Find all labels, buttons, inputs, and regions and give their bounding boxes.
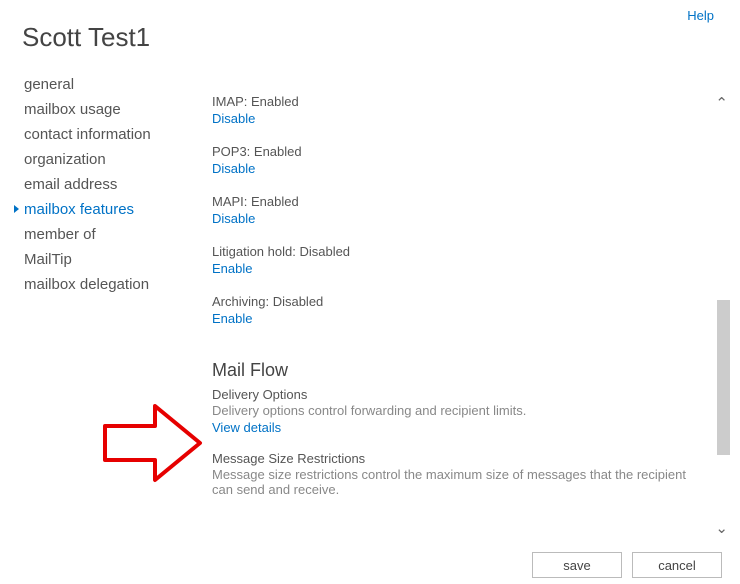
main-pane: ⌃ ⌄ IMAP: Enabled Disable POP3: Enabled … bbox=[190, 68, 740, 539]
scroll-up-icon[interactable]: ⌃ bbox=[715, 94, 728, 112]
sidebar-item-mailbox-features[interactable]: mailbox features bbox=[14, 197, 190, 222]
delivery-options-title: Delivery Options bbox=[212, 387, 700, 402]
sidebar-item-member-of[interactable]: member of bbox=[14, 222, 190, 247]
feature-action-link[interactable]: Disable bbox=[212, 161, 255, 176]
sidebar-item-contact-information[interactable]: contact information bbox=[14, 122, 190, 147]
feature-action-link[interactable]: Enable bbox=[212, 311, 252, 326]
feature-label: POP3: Enabled bbox=[212, 144, 700, 159]
feature-action-link[interactable]: Enable bbox=[212, 261, 252, 276]
sidebar-item-email-address[interactable]: email address bbox=[14, 172, 190, 197]
cancel-button[interactable]: cancel bbox=[632, 552, 722, 578]
feature-pop3: POP3: Enabled Disable bbox=[212, 144, 700, 176]
feature-mapi: MAPI: Enabled Disable bbox=[212, 194, 700, 226]
message-size-desc: Message size restrictions control the ma… bbox=[212, 467, 700, 497]
feature-action-link[interactable]: Disable bbox=[212, 211, 255, 226]
section-heading-mail-flow: Mail Flow bbox=[212, 360, 700, 381]
help-link[interactable]: Help bbox=[687, 8, 714, 23]
feature-label: Archiving: Disabled bbox=[212, 294, 700, 309]
sidebar-item-organization[interactable]: organization bbox=[14, 147, 190, 172]
sidebar-item-mailbox-delegation[interactable]: mailbox delegation bbox=[14, 272, 190, 297]
scrollbar-thumb[interactable] bbox=[717, 300, 730, 455]
save-button[interactable]: save bbox=[532, 552, 622, 578]
feature-litigation-hold: Litigation hold: Disabled Enable bbox=[212, 244, 700, 276]
feature-label: MAPI: Enabled bbox=[212, 194, 700, 209]
scroll-down-icon[interactable]: ⌄ bbox=[715, 519, 728, 537]
sidebar-item-general[interactable]: general bbox=[14, 72, 190, 97]
feature-action-link[interactable]: Disable bbox=[212, 111, 255, 126]
view-details-link[interactable]: View details bbox=[212, 420, 281, 435]
sidebar-item-mailbox-usage[interactable]: mailbox usage bbox=[14, 97, 190, 122]
caret-right-icon bbox=[14, 205, 19, 213]
delivery-options-desc: Delivery options control forwarding and … bbox=[212, 403, 700, 418]
feature-label: Litigation hold: Disabled bbox=[212, 244, 700, 259]
feature-imap: IMAP: Enabled Disable bbox=[212, 94, 700, 126]
feature-archiving: Archiving: Disabled Enable bbox=[212, 294, 700, 326]
sidebar-item-mailtip[interactable]: MailTip bbox=[14, 247, 190, 272]
footer-buttons: save cancel bbox=[532, 552, 722, 578]
delivery-options-block: Delivery Options Delivery options contro… bbox=[212, 387, 700, 435]
page-title: Scott Test1 bbox=[0, 0, 740, 53]
sidebar: general mailbox usage contact informatio… bbox=[0, 68, 190, 539]
feature-label: IMAP: Enabled bbox=[212, 94, 700, 109]
message-size-block: Message Size Restrictions Message size r… bbox=[212, 451, 700, 497]
message-size-title: Message Size Restrictions bbox=[212, 451, 700, 466]
